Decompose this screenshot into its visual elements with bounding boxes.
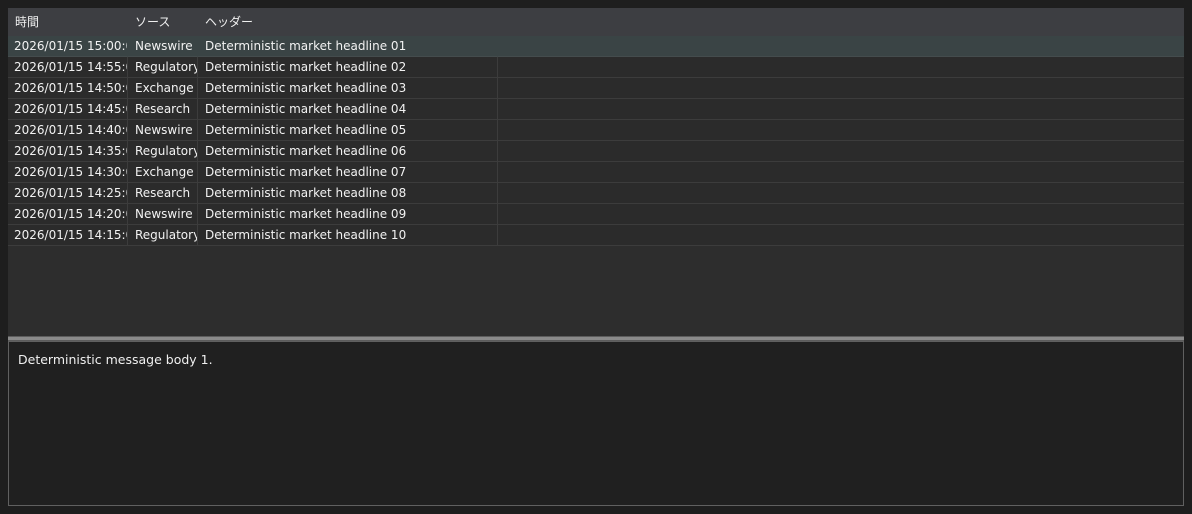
table-row[interactable]: 2026/01/15 14:35:00RegulatoryDeterminist… <box>8 141 1184 162</box>
cell-headline: Deterministic market headline 02 <box>198 57 498 78</box>
cell-time: 2026/01/15 14:30:00 <box>8 162 128 183</box>
cell-time: 2026/01/15 14:20:00 <box>8 204 128 225</box>
row-filler <box>498 57 1184 78</box>
cell-time: 2026/01/15 15:00:00 <box>8 36 128 57</box>
row-filler <box>498 225 1184 246</box>
table-row[interactable]: 2026/01/15 14:20:00NewswireDeterministic… <box>8 204 1184 225</box>
cell-headline: Deterministic market headline 03 <box>198 78 498 99</box>
cell-headline: Deterministic market headline 04 <box>198 99 498 120</box>
cell-headline: Deterministic market headline 09 <box>198 204 498 225</box>
news-grid[interactable]: 時間 ソース ヘッダー 2026/01/15 15:00:00NewswireD… <box>8 8 1184 336</box>
row-filler <box>498 120 1184 141</box>
grid-rows: 2026/01/15 15:00:00NewswireDeterministic… <box>8 36 1184 246</box>
cell-time: 2026/01/15 14:40:00 <box>8 120 128 141</box>
row-filler <box>498 141 1184 162</box>
table-row[interactable]: 2026/01/15 14:25:00ResearchDeterministic… <box>8 183 1184 204</box>
cell-time: 2026/01/15 14:15:00 <box>8 225 128 246</box>
row-filler <box>498 162 1184 183</box>
grid-header: 時間 ソース ヘッダー <box>8 8 1184 36</box>
cell-source: Regulatory <box>128 225 198 246</box>
cell-source: Exchange <box>128 78 198 99</box>
column-header-headline[interactable]: ヘッダー <box>198 8 498 36</box>
cell-source: Research <box>128 99 198 120</box>
cell-source: Research <box>128 183 198 204</box>
table-row[interactable]: 2026/01/15 14:55:00RegulatoryDeterminist… <box>8 57 1184 78</box>
cell-headline: Deterministic market headline 08 <box>198 183 498 204</box>
cell-headline: Deterministic market headline 01 <box>198 36 498 57</box>
cell-source: Newswire <box>128 120 198 141</box>
row-filler <box>498 204 1184 225</box>
table-row[interactable]: 2026/01/15 15:00:00NewswireDeterministic… <box>8 36 1184 57</box>
cell-source: Newswire <box>128 204 198 225</box>
cell-time: 2026/01/15 14:25:00 <box>8 183 128 204</box>
table-row[interactable]: 2026/01/15 14:45:00ResearchDeterministic… <box>8 99 1184 120</box>
row-filler <box>498 183 1184 204</box>
row-filler <box>498 99 1184 120</box>
table-row[interactable]: 2026/01/15 14:40:00NewswireDeterministic… <box>8 120 1184 141</box>
cell-source: Regulatory <box>128 141 198 162</box>
cell-headline: Deterministic market headline 06 <box>198 141 498 162</box>
cell-headline: Deterministic market headline 05 <box>198 120 498 141</box>
cell-time: 2026/01/15 14:55:00 <box>8 57 128 78</box>
cell-time: 2026/01/15 14:50:00 <box>8 78 128 99</box>
table-row[interactable]: 2026/01/15 14:30:00ExchangeDeterministic… <box>8 162 1184 183</box>
message-body-panel[interactable]: Deterministic message body 1. <box>8 341 1184 506</box>
cell-headline: Deterministic market headline 10 <box>198 225 498 246</box>
cell-time: 2026/01/15 14:35:00 <box>8 141 128 162</box>
cell-time: 2026/01/15 14:45:00 <box>8 99 128 120</box>
column-header-time[interactable]: 時間 <box>8 8 128 36</box>
message-body-text: Deterministic message body 1. <box>18 352 213 367</box>
table-row[interactable]: 2026/01/15 14:15:00RegulatoryDeterminist… <box>8 225 1184 246</box>
cell-headline: Deterministic market headline 07 <box>198 162 498 183</box>
row-filler <box>498 36 1184 57</box>
column-header-source[interactable]: ソース <box>128 8 198 36</box>
news-viewer: 時間 ソース ヘッダー 2026/01/15 15:00:00NewswireD… <box>8 8 1184 506</box>
cell-source: Regulatory <box>128 57 198 78</box>
row-filler <box>498 78 1184 99</box>
table-row[interactable]: 2026/01/15 14:50:00ExchangeDeterministic… <box>8 78 1184 99</box>
cell-source: Newswire <box>128 36 198 57</box>
cell-source: Exchange <box>128 162 198 183</box>
